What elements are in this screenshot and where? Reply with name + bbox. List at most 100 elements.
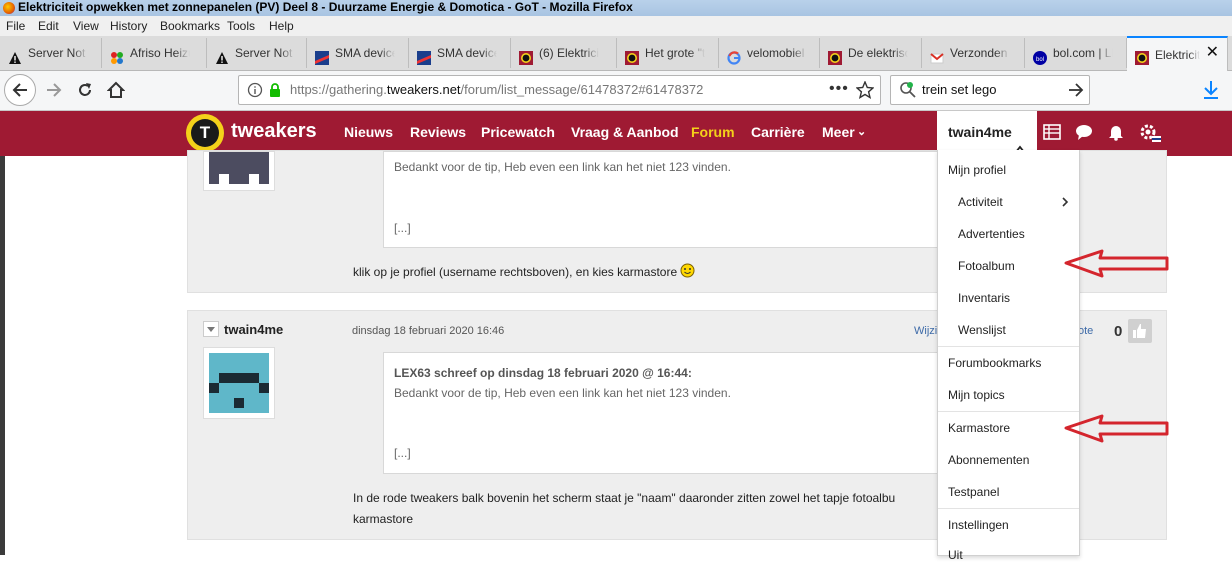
home-button[interactable]: [102, 76, 130, 104]
downloads-icon[interactable]: [1202, 80, 1220, 103]
tweakers-icon: [625, 46, 639, 65]
thumbs-up-icon[interactable]: [1128, 319, 1152, 343]
avatar[interactable]: [203, 151, 275, 191]
menu-item-fotoalbum[interactable]: Fotoalbum: [958, 259, 1015, 273]
tab-sma-device-1[interactable]: SMA device: [307, 38, 409, 68]
window-title: Elektriciteit opwekken met zonnepanelen …: [18, 0, 633, 14]
menu-tools[interactable]: Tools: [227, 16, 255, 36]
warning-icon: [8, 46, 22, 64]
menu-help[interactable]: Help: [269, 16, 294, 36]
username: twain4me: [948, 124, 1012, 140]
menu-item-activiteit[interactable]: Activiteit: [958, 195, 1003, 209]
tab-sma-device-2[interactable]: SMA device: [409, 38, 511, 68]
bookmark-star-icon[interactable]: [855, 80, 875, 102]
quote-ellipsis[interactable]: [...]: [394, 221, 411, 235]
menu-history[interactable]: History: [110, 16, 147, 36]
quote-link[interactable]: ote: [1078, 325, 1093, 337]
post-body-line-1: In de rode tweakers balk bovenin het sch…: [353, 491, 896, 505]
url-bar[interactable]: https://gathering.tweakers.net/forum/lis…: [238, 75, 881, 105]
tab-bol[interactable]: bol bol.com | LE: [1025, 38, 1127, 68]
chevron-down-icon: ⌄: [857, 126, 867, 138]
close-tab-icon[interactable]: ✕: [1206, 38, 1219, 68]
menu-divider: [938, 508, 1079, 509]
search-go-icon[interactable]: [1067, 81, 1085, 102]
tweakers-icon: [828, 46, 842, 65]
quote-ellipsis[interactable]: [...]: [394, 446, 411, 460]
bol-icon: bol: [1033, 46, 1047, 65]
menu-item-karmastore[interactable]: Karmastore: [948, 421, 1010, 435]
tab-gmail[interactable]: Verzonden b: [922, 38, 1025, 68]
menu-item-inventaris[interactable]: Inventaris: [958, 291, 1010, 305]
menu-item-forumbookmarks[interactable]: Forumbookmarks: [948, 356, 1041, 370]
afriso-icon: [110, 46, 124, 64]
settings-gear-icon[interactable]: [1140, 123, 1161, 142]
tab-server-not-found-1[interactable]: Server Not F: [0, 38, 102, 68]
reload-button[interactable]: [71, 76, 99, 104]
avatar[interactable]: [203, 347, 275, 419]
post-author[interactable]: twain4me: [224, 322, 283, 337]
menu-item-mijn-topics[interactable]: Mijn topics: [948, 388, 1005, 402]
google-icon: [727, 46, 741, 65]
lock-icon[interactable]: [268, 82, 282, 101]
nav-nieuws[interactable]: Nieuws: [344, 111, 393, 154]
nav-reviews[interactable]: Reviews: [410, 111, 466, 154]
tab-elektriciteit-notif[interactable]: (6) Elektricite: [511, 38, 617, 68]
edit-link[interactable]: Wijzi: [914, 325, 937, 337]
chat-icon[interactable]: [1075, 123, 1093, 141]
search-input[interactable]: trein set lego: [922, 76, 996, 104]
tab-velomobiel[interactable]: velomobiel -: [719, 38, 820, 68]
menu-item-instellingen[interactable]: Instellingen: [948, 518, 1009, 532]
menu-item-testpanel[interactable]: Testpanel: [948, 485, 999, 499]
back-button[interactable]: [4, 74, 36, 106]
menu-item-uitloggen[interactable]: Uit: [948, 548, 963, 562]
nav-pricewatch[interactable]: Pricewatch: [481, 111, 555, 154]
nav-meer[interactable]: Meer: [822, 111, 855, 154]
menu-file[interactable]: File: [6, 16, 25, 36]
list-icon[interactable]: [1043, 123, 1061, 141]
nav-carriere[interactable]: Carrière: [751, 111, 805, 154]
tab-het-grote[interactable]: Het grote "tl: [617, 38, 719, 68]
window-titlebar: Elektriciteit opwekken met zonnepanelen …: [0, 0, 1232, 16]
menu-bar: File Edit View History Bookmarks Tools H…: [0, 16, 1232, 36]
tab-strip: Server Not F Afriso Heizur Server Not F …: [0, 36, 1232, 71]
menu-edit[interactable]: Edit: [38, 16, 59, 36]
tweakers-icon: [1135, 46, 1149, 65]
tab-elektriciteit-active[interactable]: Elektricite ✕: [1127, 36, 1228, 71]
menu-view[interactable]: View: [73, 16, 99, 36]
chevron-right-icon: [1061, 196, 1069, 211]
menu-item-advertenties[interactable]: Advertenties: [958, 227, 1025, 241]
menu-item-mijn-profiel[interactable]: Mijn profiel: [948, 163, 1006, 177]
nav-vraag-aanbod[interactable]: Vraag & Aanbod: [571, 111, 679, 154]
navigation-bar: https://gathering.tweakers.net/forum/lis…: [0, 71, 1232, 111]
page-actions-icon[interactable]: •••: [829, 76, 849, 102]
nav-forum[interactable]: Forum: [691, 111, 735, 154]
left-edge: [0, 156, 5, 555]
svg-text:bol: bol: [1036, 57, 1044, 63]
post-body-line-2: karmastore: [353, 512, 414, 526]
quote-text: Bedankt voor de tip, Heb even een link k…: [394, 160, 731, 174]
forward-button[interactable]: [40, 76, 68, 104]
menu-item-wenslijst[interactable]: Wenslijst: [958, 323, 1006, 337]
brand-name[interactable]: tweakers: [231, 119, 317, 143]
bell-icon[interactable]: [1107, 123, 1125, 141]
firefox-icon: [3, 2, 15, 14]
quote-block: Bedankt voor de tip, Heb even een link k…: [383, 151, 945, 248]
user-dropdown-menu: Mijn profiel Activiteit Advertenties Fot…: [937, 150, 1080, 562]
tweakers-icon: [519, 46, 533, 65]
sma-icon: [315, 46, 329, 65]
post-menu-toggle[interactable]: [203, 321, 219, 337]
tab-de-elektrische[interactable]: De elektrisch: [820, 38, 922, 68]
sma-icon: [417, 46, 431, 65]
quote-header[interactable]: LEX63 schreef op dinsdag 18 februari 202…: [394, 366, 692, 380]
search-bar[interactable]: trein set lego: [890, 75, 1090, 105]
vote-count: 0: [1114, 323, 1123, 340]
menu-bookmarks[interactable]: Bookmarks: [160, 16, 220, 36]
menu-item-abonnementen[interactable]: Abonnementen: [948, 453, 1029, 467]
tab-server-not-found-2[interactable]: Server Not F: [207, 38, 307, 68]
post-body: klik op je profiel (username rechtsboven…: [353, 261, 695, 285]
quote-text: Bedankt voor de tip, Heb even een link k…: [394, 386, 731, 400]
info-icon[interactable]: [247, 82, 263, 101]
post-date[interactable]: dinsdag 18 februari 2020 16:46: [352, 325, 504, 337]
tab-afriso[interactable]: Afriso Heizur: [102, 38, 207, 68]
tweakers-logo-icon[interactable]: T: [186, 114, 224, 152]
